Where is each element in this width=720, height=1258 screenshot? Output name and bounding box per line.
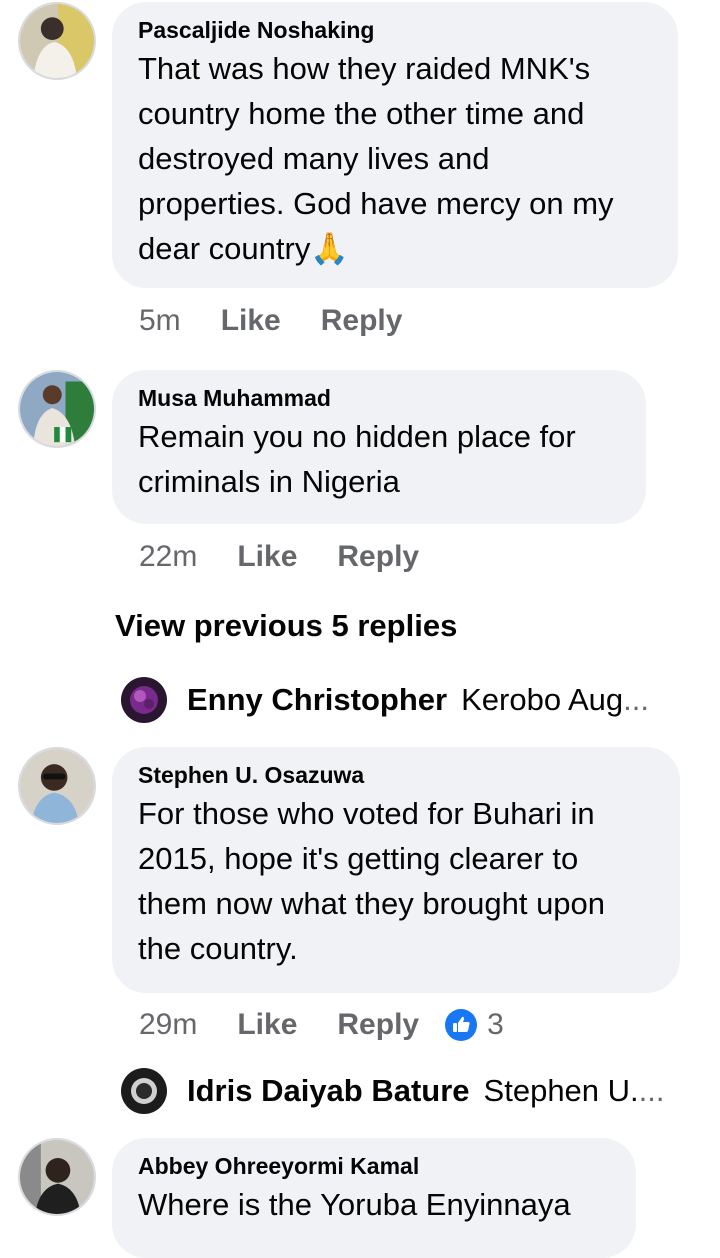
avatar-photo [20, 372, 94, 446]
avatar[interactable] [18, 1138, 96, 1216]
avatar-photo [121, 677, 167, 723]
avatar-photo [20, 749, 94, 823]
comment-time[interactable]: 5m [139, 304, 181, 338]
reaction-count: 3 [487, 1008, 504, 1041]
comment-line: 2015, hope it's getting clearer to [138, 841, 579, 876]
like-button[interactable]: Like [221, 304, 281, 338]
reply-author: Enny Christopher [187, 682, 448, 717]
comment-line: them now what they brought upon [138, 886, 606, 921]
reply-ellipsis: ... [623, 682, 649, 717]
comment-line: the country. [138, 931, 298, 966]
comment-actions: 5m Like Reply [139, 304, 402, 338]
comment-author[interactable]: Musa Muhammad [138, 384, 622, 412]
comment-text: Where is the Yoruba Enyinnaya [138, 1182, 612, 1227]
comment-line: criminals in Nigeria [138, 464, 400, 499]
avatar-photo [20, 4, 94, 78]
comment-actions: 29m Like Reply 3 [139, 1008, 504, 1042]
comment-line-text: dear country [138, 231, 311, 266]
like-button[interactable]: Like [237, 1008, 297, 1042]
reply-button[interactable]: Reply [321, 304, 403, 338]
reaction-summary[interactable]: 3 [445, 1008, 504, 1042]
comment-line: properties. God have mercy on my [138, 186, 614, 221]
reply-button[interactable]: Reply [337, 540, 419, 574]
comment-actions: 22m Like Reply [139, 540, 419, 574]
reply-button[interactable]: Reply [337, 1008, 419, 1042]
comment-line: destroyed many lives and [138, 141, 490, 176]
praying-hands-emoji: 🙏 [310, 231, 349, 266]
avatar-photo [20, 1140, 94, 1214]
comment-bubble: Abbey Ohreeyormi Kamal Where is the Yoru… [112, 1138, 636, 1258]
comment-line: dear country🙏 [138, 226, 654, 271]
avatar[interactable] [18, 370, 96, 448]
comment-bubble: Musa Muhammad Remain you no hidden place… [112, 370, 646, 524]
comment-author[interactable]: Pascaljide Noshaking [138, 16, 654, 44]
comment-line: Remain you no hidden place for [138, 419, 576, 454]
comment-time[interactable]: 22m [139, 540, 197, 574]
comment-bubble: Pascaljide Noshaking That was how they r… [112, 2, 678, 288]
avatar [121, 677, 167, 723]
comment-line: Where is the Yoruba Enyinnaya [138, 1187, 571, 1222]
avatar[interactable] [18, 2, 96, 80]
like-button[interactable]: Like [237, 540, 297, 574]
reply-snippet: Kerobo Aug [461, 682, 624, 717]
comment-line: For those who voted for Buhari in [138, 796, 595, 831]
comment-text: For those who voted for Buhari in 2015, … [138, 791, 656, 971]
avatar[interactable] [18, 747, 96, 825]
comment-line: country home the other time and [138, 96, 585, 131]
view-previous-replies-link[interactable]: View previous 5 replies [115, 608, 457, 644]
like-reaction-icon [445, 1009, 478, 1041]
comment-time[interactable]: 29m [139, 1008, 197, 1042]
reply-preview[interactable]: Enny Christopher Kerobo Aug... [121, 677, 649, 723]
avatar-photo [121, 1068, 167, 1114]
comment-text: That was how they raided MNK's country h… [138, 46, 654, 271]
comment-bubble: Stephen U. Osazuwa For those who voted f… [112, 747, 680, 993]
comment-line: That was how they raided MNK's [138, 51, 591, 86]
comment-author[interactable]: Stephen U. Osazuwa [138, 761, 656, 789]
reply-author: Idris Daiyab Bature [187, 1073, 470, 1108]
comment-author[interactable]: Abbey Ohreeyormi Kamal [138, 1152, 612, 1180]
avatar [121, 1068, 167, 1114]
comment-text: Remain you no hidden place for criminals… [138, 414, 622, 504]
reply-preview[interactable]: Idris Daiyab Bature Stephen U.... [121, 1068, 665, 1114]
reply-ellipsis: ... [638, 1073, 665, 1108]
reply-snippet: Stephen U. [483, 1073, 639, 1108]
